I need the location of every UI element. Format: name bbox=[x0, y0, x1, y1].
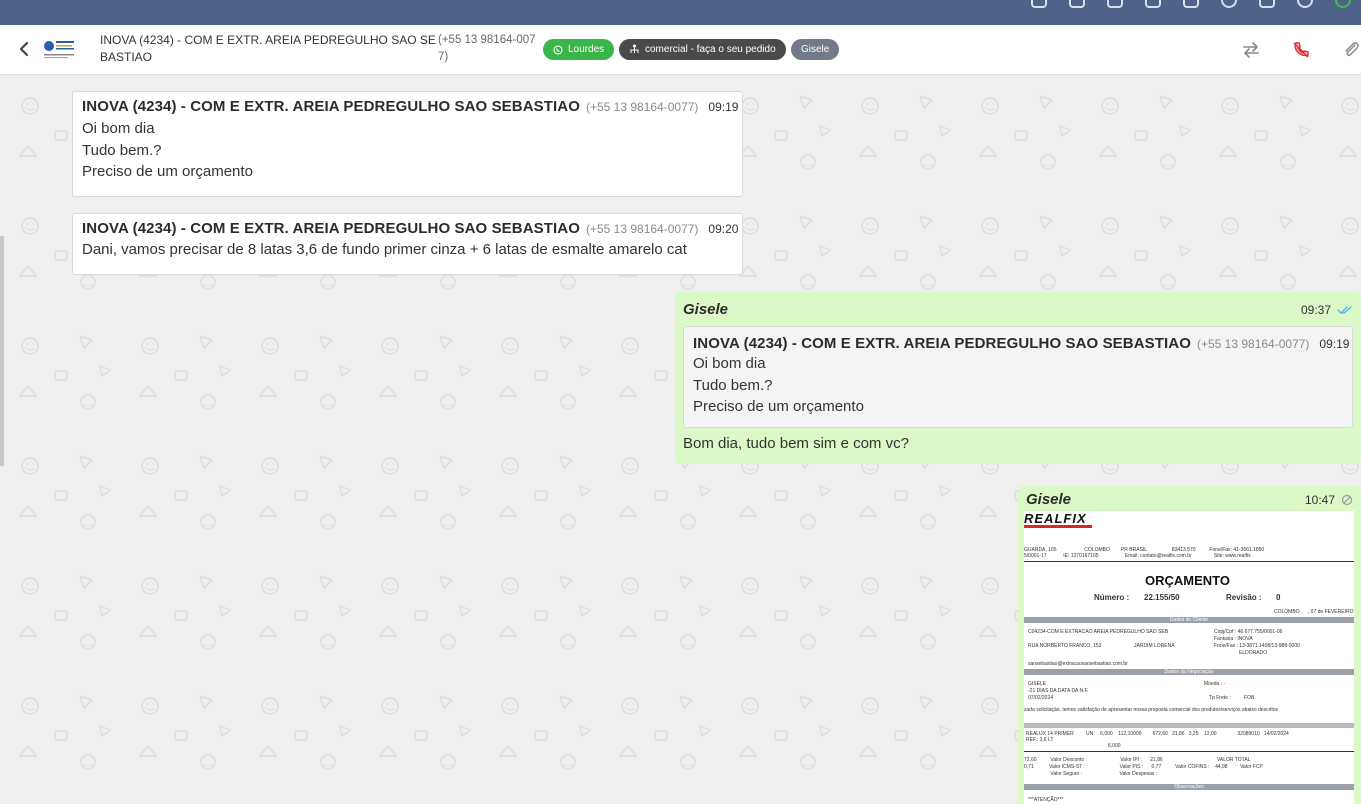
queue-tag[interactable]: comercial - faça o seu pedido bbox=[619, 39, 786, 60]
document-attention: ***ATENÇÃO*** bbox=[1028, 797, 1064, 803]
document-item-ref: REF.: 3,6 LT bbox=[1026, 737, 1054, 743]
contact-avatar[interactable] bbox=[42, 37, 76, 61]
clipboard-icon[interactable] bbox=[1145, 0, 1161, 8]
document-revision-label: Revisão : bbox=[1226, 593, 1262, 602]
document-intro: zada solicitação, temos satisfação de ap… bbox=[1024, 707, 1279, 713]
document-date: 07/02/2024 bbox=[1028, 695, 1054, 701]
document-title: ORÇAMENTO bbox=[1145, 573, 1230, 588]
message-time: 09:37 bbox=[1300, 302, 1331, 317]
message-text: Bom dia, tudo bem sim e com vc? bbox=[683, 434, 909, 452]
left-scroll-indicator bbox=[0, 236, 4, 466]
message-sender-phone: (+55 13 98164-0077) bbox=[585, 100, 699, 114]
document-totals-line: 0,71 Valor ICMS-ST : Valor PIS : 0,77 Va… bbox=[1024, 764, 1263, 770]
document-field: Cnpj/Cpf : 46.677.755/0001-06 bbox=[1214, 629, 1283, 635]
document-client-address: RUA NORBERTO FRANCO, 153 bbox=[1028, 643, 1102, 649]
quoted-message[interactable]: INOVA (4234) - COM E EXTR. AREIA PEDREGU… bbox=[683, 326, 1353, 428]
app-top-bar bbox=[0, 0, 1361, 25]
check-icon[interactable] bbox=[1107, 0, 1123, 8]
document-item-qty: 6,000 bbox=[1108, 743, 1121, 749]
status-online-icon[interactable] bbox=[1335, 0, 1351, 8]
message-line: Preciso de um orçamento bbox=[82, 163, 253, 180]
outgoing-document-message[interactable]: Gisele 10:47 REALFIX GUARDA, 165 COLOMBO… bbox=[1018, 486, 1361, 804]
end-call-icon[interactable] bbox=[1290, 39, 1312, 61]
document-number-label: Número : bbox=[1094, 593, 1130, 602]
message-time: 09:19 bbox=[708, 100, 739, 114]
double-check-icon bbox=[1337, 305, 1352, 314]
quoted-sender-phone: (+55 13 98164-0077) bbox=[1196, 337, 1310, 351]
contacts-icon[interactable] bbox=[1069, 0, 1085, 8]
message-sender-phone: (+55 13 98164-0077) bbox=[585, 222, 699, 236]
message-line: Dani, vamos precisar de 8 latas 3,6 de f… bbox=[82, 241, 687, 258]
whatsapp-icon bbox=[553, 44, 563, 55]
document-client-name: C04234-COM E EXTRACAO AREIA PEDREGULHO S… bbox=[1028, 629, 1169, 635]
quoted-sender: INOVA (4234) - COM E EXTR. AREIA PEDREGU… bbox=[693, 335, 1191, 352]
whatsapp-tag-label: Lourdes bbox=[568, 44, 605, 55]
document-vendor: GISELE bbox=[1028, 681, 1047, 687]
quoted-line: Tudo bem.? bbox=[693, 376, 773, 394]
document-totals-line: 72,60 Valor Desconto : Valor IPI : 21,86… bbox=[1024, 757, 1251, 763]
quoted-line: Preciso de um orçamento bbox=[693, 398, 864, 415]
queue-tree-icon bbox=[630, 44, 639, 53]
document-preview[interactable]: REALFIX GUARDA, 165 COLOMBO PR BRASIL 83… bbox=[1024, 511, 1354, 804]
clock-pending-icon bbox=[1341, 494, 1353, 505]
message-line: Tudo bem.? bbox=[82, 141, 162, 159]
assigned-user-label: Gisele bbox=[801, 44, 830, 55]
document-divider bbox=[1024, 561, 1354, 562]
document-divider bbox=[1024, 751, 1354, 752]
attachment-icon[interactable] bbox=[1340, 39, 1361, 61]
document-section-cliente: Dados do Cliente bbox=[1024, 617, 1354, 623]
document-payment: -21 DIAS DA DATA DA N.F. bbox=[1028, 688, 1089, 694]
outgoing-message[interactable]: Gisele 09:37 INOVA (4234) - COM E EXTR. … bbox=[675, 292, 1361, 464]
transfer-icon[interactable] bbox=[1240, 39, 1262, 61]
chat-header: INOVA (4234) - COM E EXTR. AREIA PEDREGU… bbox=[0, 25, 1361, 75]
document-freight: FOB bbox=[1244, 695, 1255, 701]
document-item-values: UN 6,000 112,10000 672,60 21,86 3,25 12,… bbox=[1086, 731, 1289, 737]
document-client-city: ELDORADO bbox=[1239, 650, 1268, 656]
document-revision: 0 bbox=[1276, 593, 1281, 602]
documents-icon[interactable] bbox=[1183, 0, 1199, 8]
quoted-time: 09:19 bbox=[1319, 337, 1350, 351]
settings-icon[interactable] bbox=[1259, 0, 1275, 8]
incoming-message[interactable]: INOVA (4234) - COM E EXTR. AREIA PEDREGU… bbox=[72, 91, 743, 197]
document-brand-underline bbox=[1024, 525, 1092, 528]
message-time: 10:47 bbox=[1304, 492, 1335, 507]
quoted-line: Oi bom dia bbox=[693, 355, 766, 372]
document-table-header bbox=[1024, 723, 1354, 728]
message-sender: INOVA (4234) - COM E EXTR. AREIA PEDREGU… bbox=[82, 98, 580, 115]
message-sender: Gisele bbox=[1026, 491, 1072, 508]
help-icon[interactable] bbox=[1221, 0, 1237, 8]
contact-name: INOVA (4234) - COM E EXTR. AREIA PEDREGU… bbox=[100, 33, 436, 64]
search-icon[interactable] bbox=[1031, 0, 1047, 8]
incoming-message[interactable]: INOVA (4234) - COM E EXTR. AREIA PEDREGU… bbox=[72, 213, 743, 275]
document-client-bairro: JARDIM LORENA bbox=[1134, 643, 1175, 649]
document-brand: REALFIX bbox=[1024, 511, 1087, 526]
document-field: sansebastiao@extracaosaosebastiao.com.br bbox=[1028, 661, 1128, 667]
assigned-user-tag[interactable]: Gisele bbox=[791, 39, 840, 60]
contact-phone: (+55 13 98164-0077) bbox=[438, 34, 536, 63]
message-time: 09:20 bbox=[708, 222, 739, 236]
document-field: Moeda : - bbox=[1204, 681, 1226, 687]
document-field: Fone/Fax : 13-3871.1408/13-988-0000 bbox=[1214, 643, 1300, 649]
document-date-line: COLOMBO , 07 de FEVEREIRO bbox=[1274, 609, 1354, 615]
document-number: 22.155/50 bbox=[1144, 593, 1180, 602]
document-header-line: 5/0001-17 IE: 1370167105 Email: contato@… bbox=[1024, 553, 1251, 559]
queue-tag-label: comercial - faça o seu pedido bbox=[645, 44, 776, 55]
message-line: Oi bom dia bbox=[82, 120, 155, 137]
message-sender: INOVA (4234) - COM E EXTR. AREIA PEDREGU… bbox=[82, 220, 580, 237]
document-section-negociacao: Dados da Negociação bbox=[1024, 669, 1354, 675]
chat-messages-area[interactable]: INOVA (4234) - COM E EXTR. AREIA PEDREGU… bbox=[0, 76, 1361, 804]
whatsapp-connection-tag[interactable]: Lourdes bbox=[543, 39, 615, 60]
document-totals-line: Valor Seguro : Valor Despesas : bbox=[1024, 771, 1158, 777]
user-icon[interactable] bbox=[1297, 0, 1313, 8]
document-section-observacoes: Observações bbox=[1024, 784, 1354, 790]
document-field: Fantasia : INOVA bbox=[1214, 636, 1253, 642]
document-field: Tp Frete : bbox=[1209, 695, 1231, 701]
back-arrow-icon[interactable] bbox=[14, 39, 34, 59]
message-sender: Gisele bbox=[683, 301, 729, 318]
